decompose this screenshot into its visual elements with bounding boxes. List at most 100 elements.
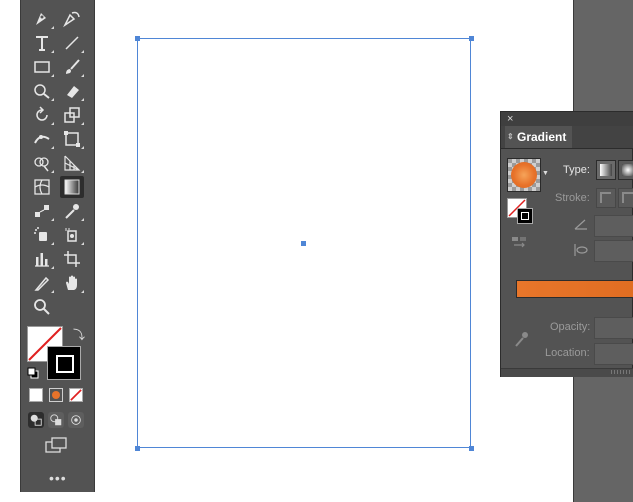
draw-behind-icon xyxy=(50,414,62,426)
type-T-icon xyxy=(36,36,48,51)
screen-mode-button[interactable] xyxy=(45,436,67,454)
stroke-within-icon xyxy=(600,192,611,203)
pen-tool[interactable] xyxy=(30,8,54,30)
radial-gradient-button[interactable] xyxy=(618,160,633,180)
gradient-tool[interactable] xyxy=(60,176,84,198)
stroke-gradient-along-button[interactable] xyxy=(618,188,633,208)
opacity-label: Opacity: xyxy=(550,321,591,333)
gradient-icon xyxy=(64,179,80,195)
angle-icon xyxy=(573,216,589,232)
tab-gradient[interactable]: ⇕ Gradient xyxy=(505,126,573,148)
opacity-field[interactable] xyxy=(594,317,633,339)
zoom-tool[interactable] xyxy=(30,296,54,318)
none-icon xyxy=(70,389,82,401)
live-paint-icon xyxy=(65,228,77,242)
shaper-icon xyxy=(34,84,50,99)
draw-inside-button[interactable] xyxy=(68,412,84,428)
rectangle-tool[interactable] xyxy=(30,56,54,78)
width-icon xyxy=(34,135,50,144)
color-mode-button[interactable] xyxy=(29,388,43,402)
stroke-gradient-within-button[interactable] xyxy=(596,188,616,208)
aspect-ratio-field[interactable] xyxy=(594,240,633,262)
type-tool[interactable] xyxy=(30,32,54,54)
gradient-mode-button[interactable] xyxy=(49,388,63,402)
artboard-icon xyxy=(64,251,80,267)
draw-normal-icon xyxy=(30,414,42,426)
panel-stroke-swatch[interactable] xyxy=(517,208,533,224)
draw-inside-icon xyxy=(71,415,81,425)
scale-icon xyxy=(64,107,80,123)
expand-arrows-icon: ⇕ xyxy=(507,132,514,141)
angle-field[interactable] xyxy=(594,215,633,237)
panel-titlebar[interactable] xyxy=(501,112,633,126)
shaper-tool[interactable] xyxy=(30,80,54,102)
eyedropper-icon[interactable] xyxy=(513,330,529,348)
panel-tabbar: ⇕ Gradient xyxy=(501,126,633,149)
shape-builder-tool[interactable] xyxy=(30,152,54,174)
more-tools-button[interactable]: ••• xyxy=(49,470,67,486)
line-segment-tool[interactable] xyxy=(60,32,84,54)
zoom-icon xyxy=(34,299,50,315)
paintbrush-tool[interactable] xyxy=(60,56,84,78)
line-icon xyxy=(65,36,79,50)
curvature-tool[interactable] xyxy=(60,8,84,30)
draw-behind-button[interactable] xyxy=(48,412,64,428)
rectangle-icon xyxy=(34,61,50,73)
mesh-icon xyxy=(34,179,50,195)
perspective-grid-icon xyxy=(64,155,81,171)
free-transform-tool[interactable] xyxy=(60,128,84,150)
gradient-preset-dropdown-icon[interactable]: ▼ xyxy=(542,170,549,177)
width-tool[interactable] xyxy=(30,128,54,150)
graph-icon xyxy=(35,253,49,267)
rotate-icon xyxy=(36,106,48,121)
symbol-sprayer-icon xyxy=(34,227,47,241)
gradient-slider[interactable] xyxy=(516,280,633,298)
live-paint-tool[interactable] xyxy=(60,224,84,246)
stroke-label: Stroke: xyxy=(555,192,590,204)
column-graph-tool[interactable] xyxy=(30,248,54,270)
eyedropper-icon xyxy=(65,204,79,219)
symbol-sprayer-tool[interactable] xyxy=(30,224,54,246)
stroke-swatch[interactable] xyxy=(47,346,81,380)
perspective-grid-tool[interactable] xyxy=(60,152,84,174)
panel-close-button[interactable]: × xyxy=(507,112,513,126)
linear-gradient-icon xyxy=(600,164,612,176)
resize-grip-icon[interactable] xyxy=(611,370,631,374)
linear-gradient-button[interactable] xyxy=(596,160,616,180)
location-field[interactable] xyxy=(594,343,633,365)
artboard-handle-bottom-left[interactable] xyxy=(135,446,140,451)
hand-icon xyxy=(66,275,77,290)
stroke-along-icon xyxy=(622,192,633,203)
curvature-pen-icon xyxy=(63,11,80,28)
slice-icon xyxy=(34,276,50,291)
type-label: Type: xyxy=(563,164,590,176)
hand-tool[interactable] xyxy=(60,272,84,294)
aspect-ratio-icon xyxy=(573,242,589,258)
gradient-preview-swatch[interactable] xyxy=(507,158,541,192)
artboard-handle-bottom-right[interactable] xyxy=(469,446,474,451)
artboard-center-point xyxy=(301,241,306,246)
draw-normal-button[interactable] xyxy=(28,412,44,428)
artboard-handle-top-right[interactable] xyxy=(469,36,474,41)
mesh-tool[interactable] xyxy=(30,176,54,198)
brush-icon xyxy=(66,59,80,74)
eraser-tool[interactable] xyxy=(60,80,84,102)
radial-gradient-icon xyxy=(622,164,633,176)
free-transform-icon xyxy=(64,131,80,147)
location-label: Location: xyxy=(545,347,590,359)
slice-tool[interactable] xyxy=(30,272,54,294)
artboard-tool[interactable] xyxy=(60,248,84,270)
reverse-gradient-icon[interactable] xyxy=(511,236,527,250)
swap-fill-stroke-icon[interactable]: ⤵ xyxy=(73,326,85,343)
artboard-handle-top-left[interactable] xyxy=(135,36,140,41)
eyedropper-tool[interactable] xyxy=(60,200,84,222)
eraser-icon xyxy=(67,86,79,98)
tools-panel: ⤵ ••• xyxy=(20,0,95,492)
blend-tool[interactable] xyxy=(30,200,54,222)
rotate-tool[interactable] xyxy=(30,104,54,126)
pen-icon xyxy=(36,13,46,25)
none-mode-button[interactable] xyxy=(69,388,83,402)
blend-icon xyxy=(35,205,49,217)
default-fill-stroke-icon[interactable] xyxy=(27,366,39,379)
scale-tool[interactable] xyxy=(60,104,84,126)
